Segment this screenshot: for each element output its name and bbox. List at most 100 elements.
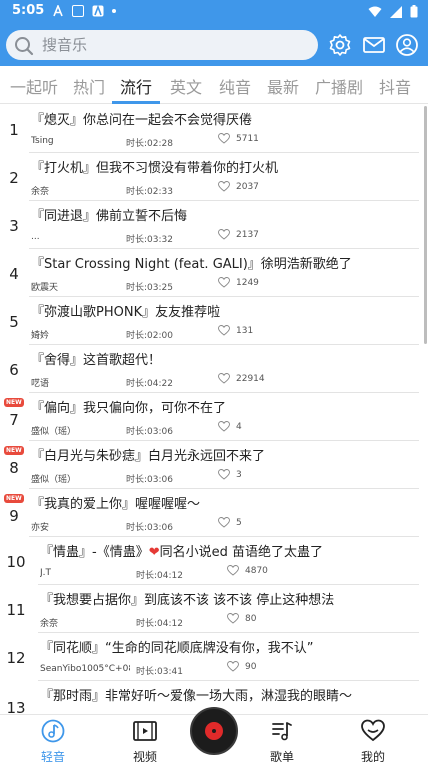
song-duration: 时长:03:25 [126, 283, 173, 293]
tab-hot[interactable]: 热门 [73, 74, 105, 98]
tab-douyin[interactable]: 抖音 [379, 74, 411, 98]
video-icon [133, 721, 157, 741]
user-profile-icon[interactable] [395, 33, 419, 57]
scrollbar[interactable] [424, 106, 427, 344]
song-likes[interactable]: 4 [218, 421, 242, 432]
song-like-count: 5 [236, 517, 242, 528]
song-row[interactable]: 12 『同花顺』“生命的同花顺底牌没有你，我不认” SeanYibo1005°C… [0, 633, 428, 681]
song-rank: 7 [9, 411, 19, 429]
new-badge: NEW [4, 446, 24, 455]
song-likes[interactable]: 1249 [218, 277, 259, 288]
song-row[interactable]: NEW 8 『白月光与朱砂痣』白月光永远回不来了 盛似（瑶） 时长:03:06 … [0, 441, 428, 489]
song-rank: 6 [9, 361, 19, 379]
tab-pure-music[interactable]: 纯音 [219, 74, 251, 98]
song-duration: 时长:03:32 [126, 235, 173, 245]
search-input[interactable] [42, 34, 302, 56]
song-list: 1 『熄灭』你总问在一起会不会觉得厌倦 Tsing 时长:02:28 5 7 11 … [0, 105, 428, 715]
tab-together[interactable]: 一起听 [10, 74, 58, 98]
song-duration: 时长:04:12 [136, 619, 183, 629]
song-rank: 12 [6, 649, 26, 667]
song-rank: 10 [6, 553, 26, 571]
song-row[interactable]: NEW 9 『我真的爱上你』喔喔喔喔～ 亦安 时长:03:06 5 [0, 489, 428, 537]
song-artist: 余奈 [31, 187, 50, 197]
like-heart-icon [218, 373, 230, 384]
song-likes[interactable]: 2037 [218, 181, 259, 192]
song-title: 『那时雨』非常好听～爱像一场大雨，淋湿我的眼睛～ [40, 689, 353, 704]
song-likes[interactable]: 90 [227, 661, 256, 672]
song-title: 『同花顺』“生命的同花顺底牌没有你，我不认” [40, 641, 314, 656]
song-title: 『偏向』我只偏向你，可你不在了 [31, 401, 227, 416]
category-tabs: 一起听 热门 流行 英文 纯音 最新 广播剧 抖音 [0, 66, 428, 104]
tab-popular[interactable]: 流行 [120, 74, 152, 98]
search-icon [15, 37, 34, 56]
song-rank: 13 [6, 699, 26, 715]
heart-icon [361, 719, 385, 742]
song-title: 『我真的爱上你』喔喔喔喔～ [31, 497, 201, 512]
song-title: 『同进退』佛前立誓不后悔 [31, 209, 188, 224]
like-heart-icon [227, 613, 239, 624]
disc-hole [212, 729, 216, 733]
status-time: 5:05 [12, 3, 45, 18]
search-bar[interactable] [6, 30, 318, 60]
song-duration: 时长:02:00 [126, 331, 173, 341]
song-rank: 9 [9, 507, 19, 525]
like-heart-icon [218, 229, 230, 240]
song-row[interactable]: NEW 7 『偏向』我只偏向你，可你不在了 盛似（瑶） 时长:03:06 4 [0, 393, 428, 441]
song-row[interactable]: 10 『情蛊』-《情蛊》❤同名小说ed 苗语绝了太蛊了 J.T 时长:04:12… [0, 537, 428, 585]
nav-label: 歌单 [269, 750, 294, 762]
notification-a-icon [53, 5, 63, 17]
wifi-icon [368, 6, 382, 17]
like-heart-icon [218, 181, 230, 192]
like-heart-icon [218, 469, 230, 480]
notification-square-icon [72, 5, 84, 17]
song-row[interactable]: 1 『熄灭』你总问在一起会不会觉得厌倦 Tsing 时长:02:28 5711 [0, 105, 428, 153]
song-title: 『打火机』但我不习惯没有带着你的打火机 [31, 161, 279, 176]
song-likes[interactable]: 4870 [227, 565, 268, 576]
nav-light-music[interactable]: 轻音 [23, 719, 83, 762]
song-likes[interactable]: 131 [218, 325, 253, 336]
song-likes[interactable]: 22914 [218, 373, 265, 384]
song-duration: 时长:03:06 [126, 427, 173, 437]
song-likes[interactable]: 2137 [218, 229, 259, 240]
song-row[interactable]: 4 『Star Crossing Night (feat. GALI)』徐明浩新… [0, 249, 428, 297]
song-likes[interactable]: 3 [218, 469, 242, 480]
like-heart-icon [218, 421, 230, 432]
tab-radio-drama[interactable]: 广播剧 [315, 74, 363, 98]
signal-icon [390, 5, 402, 18]
song-like-count: 131 [236, 325, 254, 336]
tab-english[interactable]: 英文 [170, 74, 202, 98]
song-likes[interactable]: 5711 [218, 133, 259, 144]
song-rank: 1 [9, 121, 19, 139]
song-artist: 盛似（瑶） [31, 475, 77, 485]
active-tab-indicator [112, 101, 160, 104]
song-row[interactable]: 3 『同进退』佛前立誓不后悔 ... 时长:03:32 2137 [0, 201, 428, 249]
song-likes[interactable]: 5 [218, 517, 242, 528]
settings-gear-icon[interactable] [328, 33, 352, 57]
nav-playlist[interactable]: 歌单 [252, 719, 312, 762]
song-title: 『白月光与朱砂痣』白月光永远回不来了 [31, 449, 266, 464]
mail-icon[interactable] [362, 33, 386, 57]
new-badge: NEW [4, 398, 24, 407]
song-row[interactable]: 11 『我想要占据你』到底该不该 该不该 停止这种想法 余奈 时长:04:12 … [0, 585, 428, 633]
nav-mine[interactable]: 我的 [343, 719, 403, 762]
nav-label: 我的 [360, 750, 385, 762]
tab-newest[interactable]: 最新 [267, 74, 299, 98]
song-row[interactable]: 6 『舍得』这首歌超代！ 呓语 时长:04:22 22914 [0, 345, 428, 393]
song-rank: 3 [9, 217, 19, 235]
song-like-count: 2137 [236, 229, 259, 240]
song-likes[interactable]: 80 [227, 613, 256, 624]
nav-label: 视频 [132, 750, 157, 762]
song-row[interactable]: 2 『打火机』但我不习惯没有带着你的打火机 余奈 时长:02:33 2037 [0, 153, 428, 201]
song-title: 『弥渡山歌PHONK』友友推荐啦 [31, 305, 221, 320]
red-heart-icon: ❤ [148, 545, 160, 560]
song-duration: 时长:03:06 [126, 523, 173, 533]
now-playing-disc[interactable] [190, 707, 238, 755]
new-badge: NEW [4, 494, 24, 503]
song-title: 『情蛊』-《情蛊》❤同名小说ed 苗语绝了太蛊了 [40, 541, 323, 560]
app-header [0, 24, 428, 66]
song-duration: 时长:02:28 [126, 139, 173, 149]
song-row[interactable]: 5 『弥渡山歌PHONK』友友推荐啦 婍妗 时长:02:00 131 [0, 297, 428, 345]
like-heart-icon [227, 565, 239, 576]
nav-video[interactable]: 视频 [115, 719, 175, 762]
song-title: 『我想要占据你』到底该不该 该不该 停止这种想法 [40, 593, 335, 608]
